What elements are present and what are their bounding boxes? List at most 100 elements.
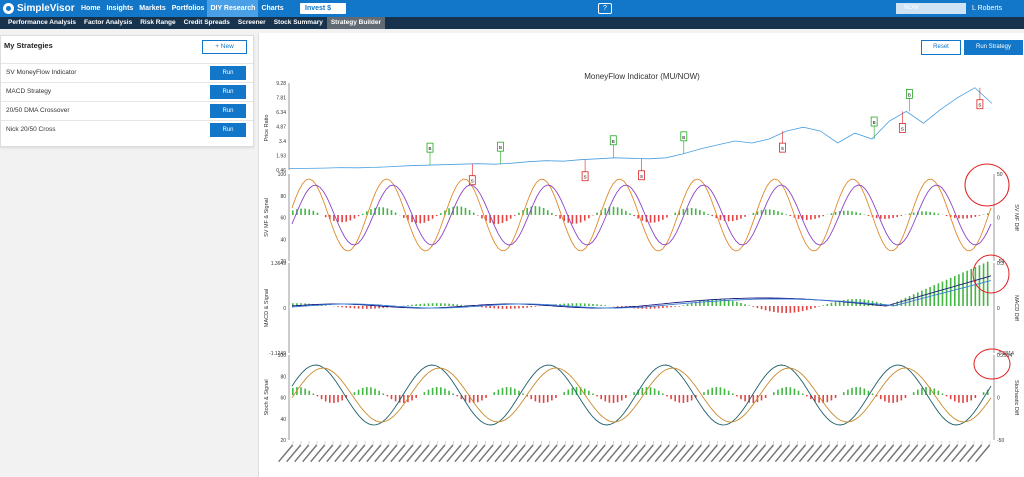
run-button[interactable]: Run <box>210 66 246 80</box>
nav-item-diy-research[interactable]: DIY Research <box>207 0 259 17</box>
strategy-label[interactable]: MACD Strategy <box>6 88 51 95</box>
strategy-label[interactable]: SV MoneyFlow Indicator <box>6 69 76 76</box>
x-tick-label-mark <box>862 444 879 463</box>
x-tick-label-mark <box>622 444 638 463</box>
positive-diff-bar <box>933 212 936 215</box>
help-icon[interactable]: ? <box>598 3 612 14</box>
user-menu[interactable]: L Roberts <box>972 0 1002 17</box>
strategy-label[interactable]: Nick 20/50 Cross <box>6 126 56 133</box>
negative-diff-bar <box>736 395 738 397</box>
app-logo[interactable]: SimpleVisor <box>3 2 75 15</box>
negative-diff-bar <box>879 395 882 400</box>
annotation-circle <box>972 254 1010 294</box>
positive-diff-bar <box>855 212 857 215</box>
x-tick-label-mark <box>494 444 510 463</box>
negative-diff-bar <box>953 215 956 218</box>
negative-diff-bar <box>711 215 713 217</box>
positive-diff-bar <box>546 210 549 215</box>
positive-diff-bar <box>962 272 964 306</box>
run-button[interactable]: Run <box>210 104 246 118</box>
x-tick-label-mark <box>350 444 366 463</box>
negative-diff-bar <box>904 395 907 398</box>
signal-label: B <box>499 145 502 150</box>
positive-diff-bar <box>633 392 635 395</box>
negative-diff-bar <box>789 306 792 313</box>
subnav-item-risk-range[interactable]: Risk Range <box>136 17 179 29</box>
new-strategy-button[interactable]: + New <box>202 40 247 54</box>
negative-diff-bar <box>324 215 327 218</box>
nav-item-portfolios[interactable]: Portfolios <box>169 0 208 17</box>
positive-diff-bar <box>304 388 306 395</box>
negative-diff-bar <box>834 395 837 398</box>
positive-diff-bar <box>641 387 644 395</box>
negative-diff-bar <box>337 215 339 222</box>
y-tick-right-label: 0 <box>997 216 1000 222</box>
invest-button[interactable]: Invest $ <box>300 3 346 14</box>
positive-diff-bar <box>616 207 619 215</box>
signal-label: B <box>908 92 911 97</box>
positive-diff-bar <box>308 209 311 215</box>
subnav-item-credit-spreads[interactable]: Credit Spreads <box>180 17 234 29</box>
positive-diff-bar <box>785 214 788 215</box>
x-tick-label-mark <box>814 444 831 463</box>
negative-diff-bar <box>411 395 413 401</box>
subnav-item-performance-analysis[interactable]: Performance Analysis <box>4 17 80 29</box>
y-tick-label: 0 <box>283 306 286 312</box>
run-button[interactable]: Run <box>210 123 246 137</box>
signal-label: B <box>428 146 431 151</box>
negative-diff-bar <box>773 306 775 313</box>
negative-diff-bar <box>316 395 319 397</box>
positive-diff-bar <box>842 210 845 215</box>
positive-diff-bar <box>797 390 800 395</box>
negative-diff-bar <box>345 215 348 222</box>
negative-diff-bar <box>830 395 833 401</box>
negative-diff-bar <box>797 215 800 219</box>
positive-diff-bar <box>604 305 607 306</box>
symbol-input[interactable]: NOW <box>896 3 966 14</box>
negative-diff-bar <box>953 395 956 402</box>
x-tick-label-mark <box>975 444 991 463</box>
strategy-label[interactable]: 20/50 DMA Crossover <box>6 107 70 114</box>
positive-diff-bar <box>493 392 496 395</box>
x-tick-label-mark <box>446 444 462 463</box>
negative-diff-bar <box>497 215 500 224</box>
subnav-item-factor-analysis[interactable]: Factor Analysis <box>80 17 136 29</box>
negative-diff-bar <box>641 215 644 221</box>
positive-diff-bar <box>292 387 294 395</box>
x-tick-label-mark <box>734 444 751 463</box>
negative-diff-bar <box>538 395 541 403</box>
positive-diff-bar <box>538 206 541 215</box>
run-button[interactable]: Run <box>210 85 246 99</box>
positive-diff-bar <box>830 302 833 306</box>
negative-diff-bar <box>394 395 397 402</box>
nav-item-insights[interactable]: Insights <box>103 0 136 17</box>
nav-item-charts[interactable]: Charts <box>258 0 286 17</box>
x-tick-label-mark <box>911 444 927 463</box>
negative-diff-bar <box>760 306 763 310</box>
y-axis-label: Price Ratio <box>264 115 270 142</box>
subnav-item-stock-summary[interactable]: Stock Summary <box>270 17 327 29</box>
positive-diff-bar <box>448 208 450 215</box>
negative-diff-bar <box>596 395 598 397</box>
x-tick-label-mark <box>422 444 438 463</box>
positive-diff-bar <box>781 387 783 395</box>
negative-diff-bar <box>785 306 788 313</box>
positive-diff-bar <box>830 213 833 215</box>
y-tick-label: 9.28 <box>276 81 286 87</box>
subnav-item-screener[interactable]: Screener <box>234 17 270 29</box>
strategies-panel: My Strategies + New SV MoneyFlow Indicat… <box>0 35 254 147</box>
positive-diff-bar <box>583 303 586 306</box>
positive-diff-bar <box>752 212 755 215</box>
subnav-item-strategy-builder[interactable]: Strategy Builder <box>326 17 386 29</box>
positive-diff-bar <box>468 209 471 215</box>
y-tick-right-label: 50 <box>997 172 1003 178</box>
nav-item-markets[interactable]: Markets <box>136 0 168 17</box>
negative-diff-bar <box>974 395 977 398</box>
y-axis-label: MACD & Signal <box>264 289 270 327</box>
positive-diff-bar <box>312 210 315 215</box>
negative-diff-bar <box>588 215 590 219</box>
positive-diff-bar <box>366 387 368 395</box>
nav-item-home[interactable]: Home <box>78 0 103 17</box>
negative-diff-bar <box>740 395 742 400</box>
x-tick-label-mark <box>686 444 702 463</box>
